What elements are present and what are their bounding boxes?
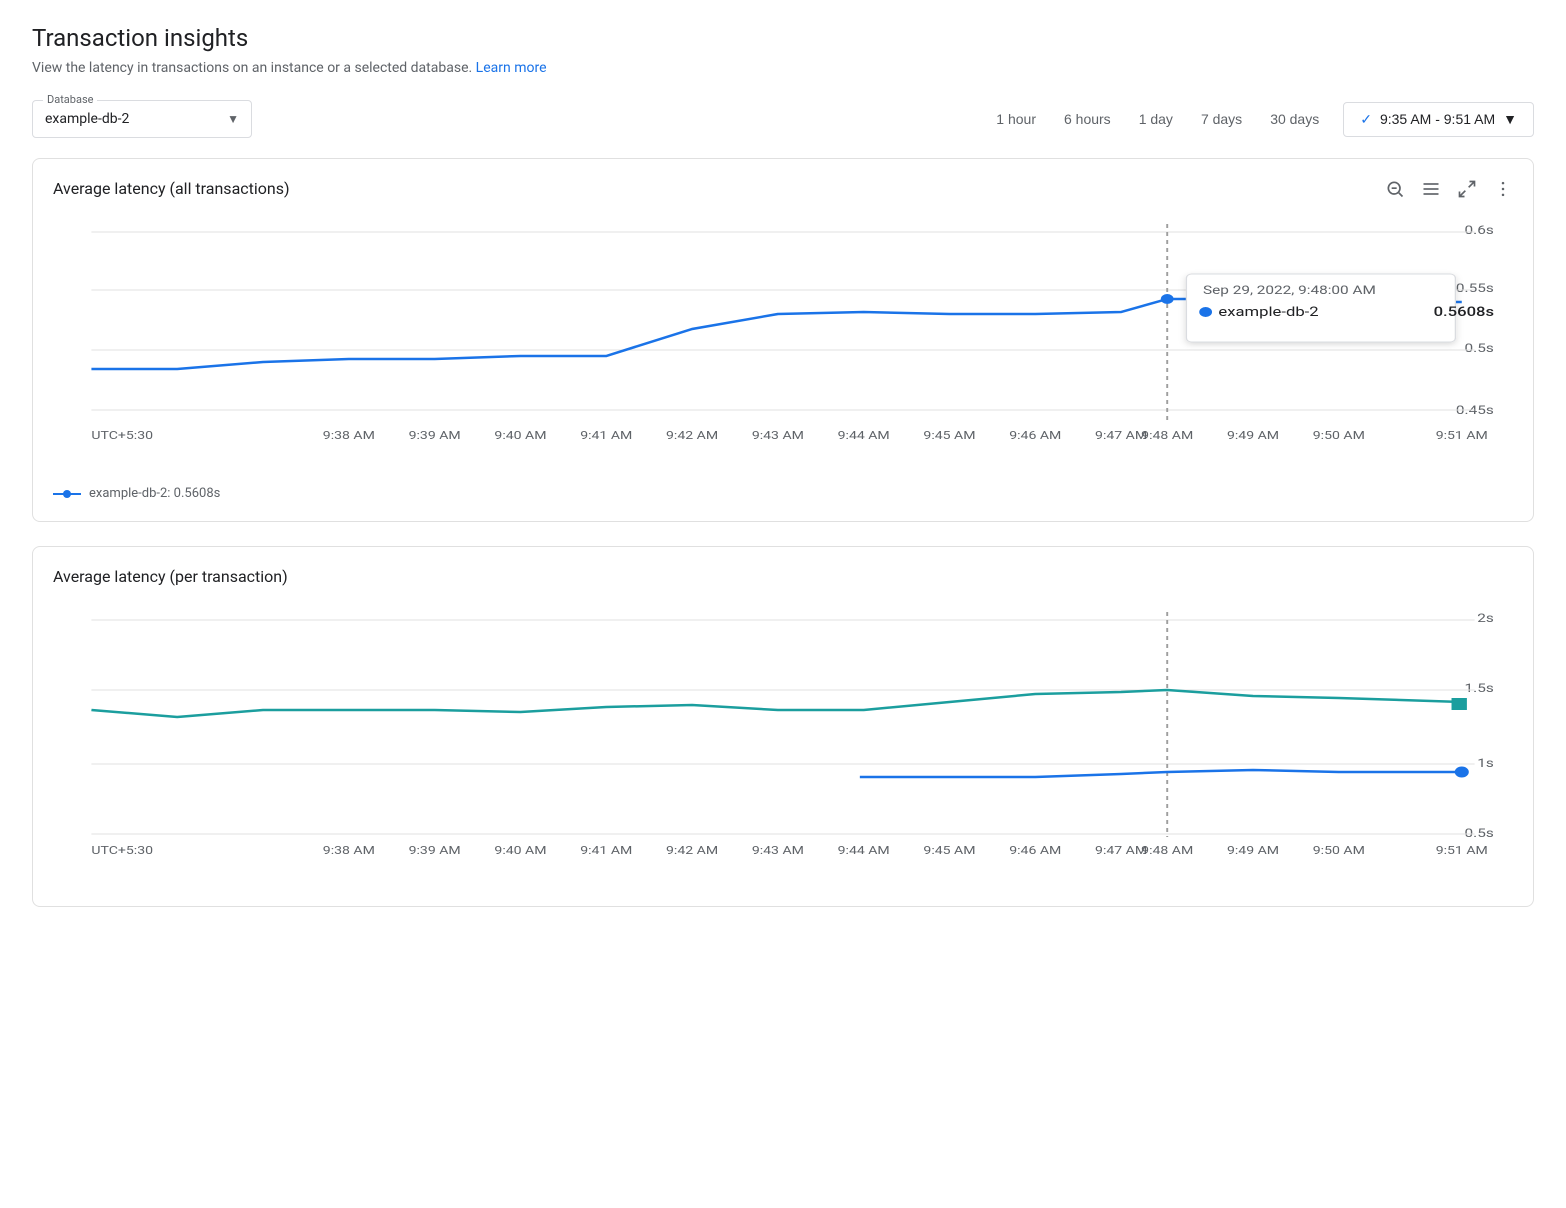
page-subtitle: View the latency in transactions on an i…	[32, 60, 1534, 76]
learn-more-link[interactable]: Learn more	[476, 60, 547, 76]
svg-text:0.5s: 0.5s	[1465, 342, 1494, 356]
time-range-value: 9:35 AM - 9:51 AM	[1380, 111, 1495, 127]
database-label: Database	[43, 93, 97, 106]
svg-text:1s: 1s	[1477, 757, 1494, 771]
svg-text:9:44 AM: 9:44 AM	[838, 429, 890, 442]
svg-text:9:44 AM: 9:44 AM	[838, 844, 890, 857]
svg-text:9:47 AM: 9:47 AM	[1095, 844, 1147, 857]
chart1-legend: example-db-2: 0.5608s	[53, 486, 1513, 501]
svg-text:9:39 AM: 9:39 AM	[409, 844, 461, 857]
svg-text:UTC+5:30: UTC+5:30	[91, 844, 153, 857]
time-range-dropdown-icon: ▼	[1503, 111, 1517, 127]
svg-text:9:46 AM: 9:46 AM	[1009, 429, 1061, 442]
chart-per-transaction: Average latency (per transaction) 2s 1.5…	[32, 546, 1534, 907]
legend-button[interactable]	[1417, 175, 1445, 208]
time-filters: 1 hour 6 hours 1 day 7 days 30 days ✓ 9:…	[984, 102, 1534, 137]
chart1-container: 0.6s 0.55s 0.5s 0.45s UTC+5:30 9:38 AM 9…	[53, 214, 1513, 478]
svg-text:9:40 AM: 9:40 AM	[494, 429, 546, 442]
time-range-button[interactable]: ✓ 9:35 AM - 9:51 AM ▼	[1343, 102, 1534, 137]
svg-text:example-db-2: example-db-2	[1218, 304, 1318, 320]
fullscreen-button[interactable]	[1453, 175, 1481, 208]
controls-row: Database example-db-2 ▼ 1 hour 6 hours 1…	[32, 100, 1534, 138]
more-options-button[interactable]	[1489, 175, 1517, 208]
svg-text:9:43 AM: 9:43 AM	[752, 844, 804, 857]
svg-text:0.45s: 0.45s	[1456, 404, 1494, 418]
svg-text:9:39 AM: 9:39 AM	[409, 429, 461, 442]
svg-text:0.5608s: 0.5608s	[1434, 304, 1495, 320]
chart2-container: 2s 1.5s 1s 0.5s UTC+5:	[53, 602, 1513, 886]
svg-text:9:45 AM: 9:45 AM	[923, 429, 975, 442]
dropdown-arrow-icon: ▼	[227, 112, 239, 126]
chart1-legend-label: example-db-2: 0.5608s	[89, 486, 220, 501]
svg-text:9:41 AM: 9:41 AM	[580, 429, 632, 442]
chart-all-transactions: Average latency (all transactions)	[32, 158, 1534, 522]
svg-text:9:50 AM: 9:50 AM	[1313, 429, 1365, 442]
svg-text:2s: 2s	[1477, 612, 1494, 626]
time-filter-6hours[interactable]: 6 hours	[1052, 103, 1123, 135]
svg-text:0.55s: 0.55s	[1456, 282, 1494, 296]
svg-text:UTC+5:30: UTC+5:30	[91, 429, 153, 442]
svg-text:1.5s: 1.5s	[1465, 682, 1494, 696]
svg-text:9:42 AM: 9:42 AM	[666, 429, 718, 442]
svg-text:9:46 AM: 9:46 AM	[1009, 844, 1061, 857]
svg-text:9:48 AM: 9:48 AM	[1141, 844, 1193, 857]
svg-text:9:51 AM: 9:51 AM	[1436, 844, 1488, 857]
chart2-svg: 2s 1.5s 1s 0.5s UTC+5:	[53, 602, 1513, 882]
chart1-title: Average latency (all transactions)	[53, 179, 1513, 198]
time-filter-30days[interactable]: 30 days	[1258, 103, 1331, 135]
svg-text:9:49 AM: 9:49 AM	[1227, 844, 1279, 857]
svg-text:9:49 AM: 9:49 AM	[1227, 429, 1279, 442]
chart1-actions	[1381, 175, 1517, 208]
svg-text:Sep 29, 2022, 9:48:00 AM: Sep 29, 2022, 9:48:00 AM	[1203, 284, 1376, 298]
svg-text:9:40 AM: 9:40 AM	[494, 844, 546, 857]
svg-text:9:42 AM: 9:42 AM	[666, 844, 718, 857]
svg-text:9:47 AM: 9:47 AM	[1095, 429, 1147, 442]
page-title: Transaction insights	[32, 24, 1534, 52]
svg-text:9:41 AM: 9:41 AM	[580, 844, 632, 857]
chart1-svg: 0.6s 0.55s 0.5s 0.45s UTC+5:30 9:38 AM 9…	[53, 214, 1513, 474]
check-icon: ✓	[1360, 111, 1372, 128]
zoom-button[interactable]	[1381, 175, 1409, 208]
legend-line-icon	[53, 489, 81, 499]
svg-text:9:43 AM: 9:43 AM	[752, 429, 804, 442]
svg-text:9:51 AM: 9:51 AM	[1436, 429, 1488, 442]
svg-text:9:50 AM: 9:50 AM	[1313, 844, 1365, 857]
svg-text:9:45 AM: 9:45 AM	[923, 844, 975, 857]
svg-text:0.6s: 0.6s	[1465, 224, 1494, 238]
time-filter-1hour[interactable]: 1 hour	[984, 103, 1048, 135]
svg-text:9:38 AM: 9:38 AM	[323, 429, 375, 442]
svg-text:9:48 AM: 9:48 AM	[1141, 429, 1193, 442]
time-filter-7days[interactable]: 7 days	[1189, 103, 1254, 135]
chart2-title: Average latency (per transaction)	[53, 567, 1513, 586]
database-selector[interactable]: Database example-db-2 ▼	[32, 100, 252, 138]
database-value: example-db-2	[45, 111, 129, 127]
database-dropdown[interactable]: example-db-2 ▼	[45, 105, 239, 133]
svg-text:9:38 AM: 9:38 AM	[323, 844, 375, 857]
time-filter-1day[interactable]: 1 day	[1127, 103, 1185, 135]
